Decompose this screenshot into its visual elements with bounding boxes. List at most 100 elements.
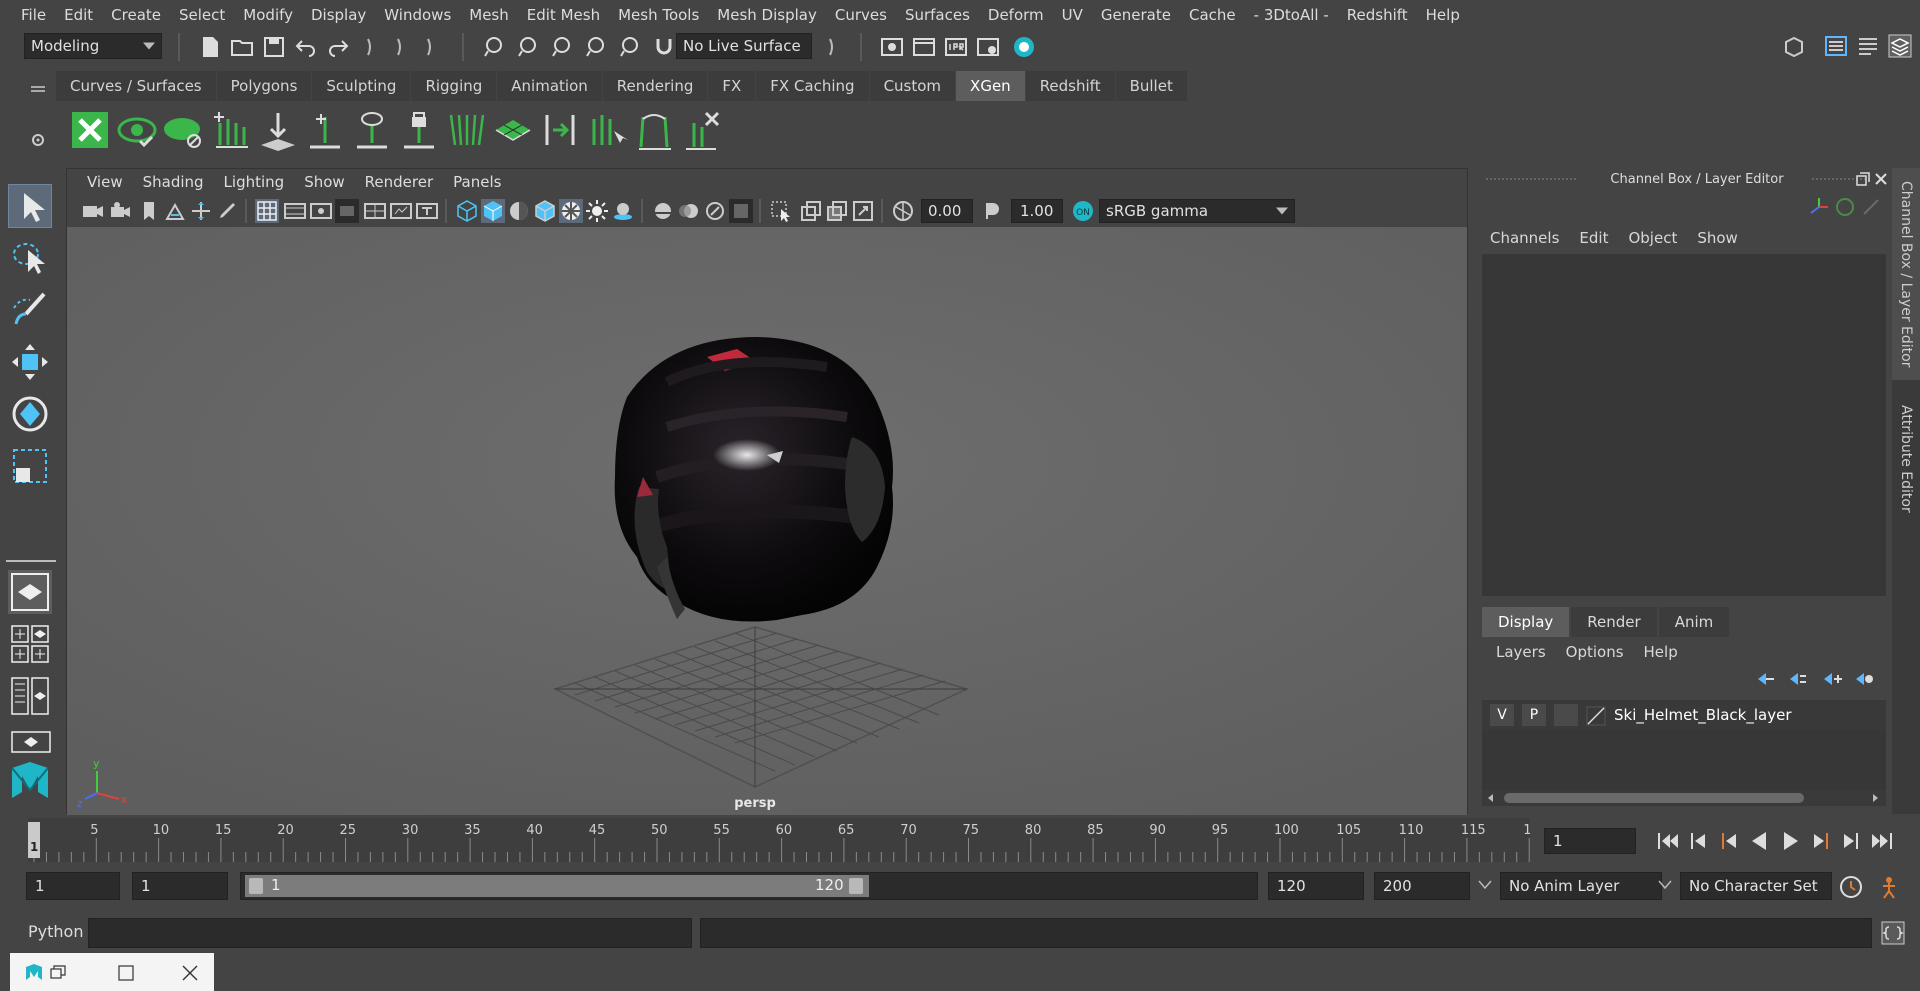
- playback-start-field[interactable]: 1: [132, 872, 228, 900]
- layer-color-icon[interactable]: [1586, 706, 1606, 726]
- tab-fx[interactable]: FX: [708, 71, 756, 101]
- go-to-end-icon[interactable]: [1868, 830, 1894, 852]
- xgen-normalize-guides-icon[interactable]: [539, 109, 581, 151]
- animation-end-field[interactable]: 200: [1374, 872, 1470, 900]
- camera-attributes-icon[interactable]: [109, 199, 133, 223]
- safe-title-icon[interactable]: [415, 199, 439, 223]
- motion-blur-icon[interactable]: [677, 199, 701, 223]
- channel-box-icon[interactable]: [1888, 34, 1912, 58]
- playback-end-field[interactable]: 120: [1268, 872, 1364, 900]
- save-scene-icon[interactable]: [262, 35, 286, 59]
- gear-icon[interactable]: [30, 132, 46, 148]
- xray-active-components-icon[interactable]: [851, 199, 875, 223]
- layer-menu-help[interactable]: Help: [1634, 643, 1688, 661]
- float-window-icon[interactable]: [1856, 172, 1870, 186]
- layout-outliner-persp-icon[interactable]: [10, 676, 52, 716]
- auto-key-icon[interactable]: [1838, 874, 1864, 900]
- layer-playback-toggle[interactable]: P: [1522, 704, 1546, 726]
- snap-surface-icon[interactable]: [618, 35, 642, 59]
- move-layer-down-icon[interactable]: [1786, 670, 1808, 688]
- paint-select-tool-button[interactable]: [8, 288, 52, 332]
- menu-display[interactable]: Display: [302, 6, 375, 24]
- hyper-graph-icon[interactable]: [1860, 196, 1882, 218]
- xray-icon[interactable]: [799, 199, 823, 223]
- smooth-shade-icon[interactable]: [481, 199, 505, 223]
- render-settings-icon[interactable]: [880, 35, 904, 59]
- collapse-icon[interactable]: [360, 35, 384, 59]
- depth-of-field-icon[interactable]: [729, 199, 753, 223]
- undo-icon[interactable]: [294, 35, 318, 59]
- new-scene-icon[interactable]: [198, 35, 222, 59]
- lock-icon[interactable]: [398, 109, 440, 151]
- rotate-tool-button[interactable]: [8, 392, 52, 436]
- script-editor-icon[interactable]: [1880, 920, 1906, 946]
- channel-menu-edit[interactable]: Edit: [1569, 229, 1618, 247]
- play-backwards-icon[interactable]: [1746, 830, 1772, 852]
- maximize-window-icon[interactable]: [118, 965, 134, 981]
- select-tool-button[interactable]: [8, 184, 52, 228]
- animation-preferences-icon[interactable]: [1876, 874, 1902, 900]
- collapse-icon[interactable]: [822, 35, 846, 59]
- layout-four-view-icon[interactable]: [10, 624, 52, 664]
- gate-mask-icon[interactable]: [335, 199, 359, 223]
- anti-aliasing-icon[interactable]: [703, 199, 727, 223]
- menu-set-dropdown[interactable]: Modeling: [24, 33, 162, 59]
- menu-3dtoall[interactable]: - 3DtoAll -: [1245, 6, 1338, 24]
- scroll-left-icon[interactable]: [1486, 793, 1496, 803]
- tool-settings-icon[interactable]: [1856, 34, 1880, 58]
- camera-icon[interactable]: [81, 199, 105, 223]
- tab-custom[interactable]: Custom: [869, 71, 956, 101]
- textured-icon[interactable]: [559, 199, 583, 223]
- ipr-render-icon[interactable]: [944, 35, 968, 59]
- live-surface-field[interactable]: No Live Surface: [676, 33, 812, 59]
- xgen-guide-sculpt-icon[interactable]: [304, 109, 346, 151]
- snap-view-icon[interactable]: [584, 35, 608, 59]
- tab-fx-caching[interactable]: FX Caching: [756, 71, 869, 101]
- tab-rendering[interactable]: Rendering: [602, 71, 708, 101]
- menu-mesh-tools[interactable]: Mesh Tools: [609, 6, 708, 24]
- move-tool-button[interactable]: [8, 340, 52, 384]
- panel-menu-lighting[interactable]: Lighting: [214, 173, 295, 191]
- layer-display-type-toggle[interactable]: [1554, 704, 1578, 726]
- current-frame-field[interactable]: 1: [1544, 828, 1636, 854]
- chevron-down-icon[interactable]: [1658, 880, 1672, 890]
- layer-tab-anim[interactable]: Anim: [1658, 607, 1730, 637]
- drag-handle[interactable]: [1486, 178, 1576, 180]
- menu-generate[interactable]: Generate: [1092, 6, 1180, 24]
- render-view-icon[interactable]: [976, 35, 1000, 59]
- animation-start-field[interactable]: 1: [26, 872, 120, 900]
- scale-tool-button[interactable]: [8, 444, 52, 488]
- xgen-place-guide-icon[interactable]: [257, 109, 299, 151]
- screen-space-ao-icon[interactable]: [651, 199, 675, 223]
- tab-rigging[interactable]: Rigging: [411, 71, 497, 101]
- tab-polygons[interactable]: Polygons: [216, 71, 312, 101]
- panel-menu-renderer[interactable]: Renderer: [355, 173, 443, 191]
- shadows-icon[interactable]: [611, 199, 635, 223]
- resolution-gate-icon[interactable]: [309, 199, 333, 223]
- layer-visibility-toggle[interactable]: V: [1490, 704, 1514, 726]
- snap-point-icon[interactable]: [550, 35, 574, 59]
- xgen-preview-icon[interactable]: [116, 109, 158, 151]
- attribute-editor-icon[interactable]: [1824, 34, 1848, 58]
- menu-surfaces[interactable]: Surfaces: [896, 6, 979, 24]
- use-all-lights-icon[interactable]: [585, 199, 609, 223]
- xgen-guide-visibility-icon[interactable]: [351, 109, 393, 151]
- side-tab-channel-box[interactable]: Channel Box / Layer Editor: [1892, 168, 1920, 380]
- grease-pencil-icon[interactable]: [215, 199, 239, 223]
- range-end-grip[interactable]: [849, 878, 863, 894]
- menu-edit-mesh[interactable]: Edit Mesh: [518, 6, 609, 24]
- safe-action-icon[interactable]: [389, 199, 413, 223]
- exposure-field[interactable]: 0.00: [921, 199, 973, 223]
- move-layer-up-icon[interactable]: [1754, 670, 1776, 688]
- xray-joints-icon[interactable]: [825, 199, 849, 223]
- xgen-clear-preview-icon[interactable]: [163, 109, 205, 151]
- manipulator-icon[interactable]: [1808, 196, 1830, 218]
- collapse-icon[interactable]: [420, 35, 444, 59]
- layer-name[interactable]: Ski_Helmet_Black_layer: [1614, 706, 1792, 724]
- color-management-on-icon[interactable]: ON: [1071, 199, 1095, 223]
- menu-redshift[interactable]: Redshift: [1338, 6, 1417, 24]
- channel-menu-object[interactable]: Object: [1618, 229, 1687, 247]
- xgen-add-guide-icon[interactable]: [210, 109, 252, 151]
- menu-edit[interactable]: Edit: [55, 6, 102, 24]
- redo-icon[interactable]: [326, 35, 350, 59]
